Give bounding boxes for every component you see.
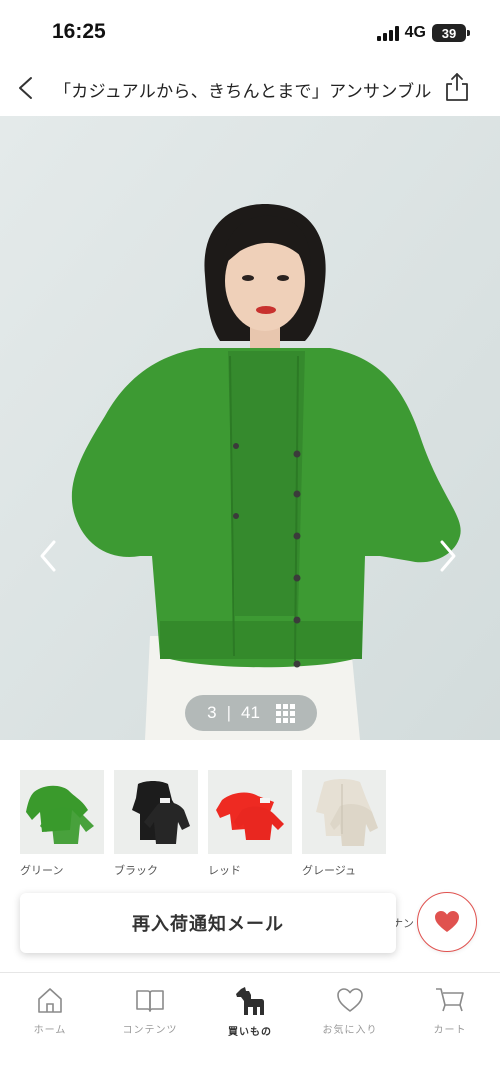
tab-label: カート: [433, 1025, 467, 1036]
cart-icon: [436, 988, 464, 1012]
chevron-left-icon: [40, 540, 56, 572]
tab-label: コンテンツ: [122, 1025, 178, 1036]
share-icon: [446, 73, 468, 101]
tab-label: 買いもの: [228, 1027, 272, 1038]
chevron-left-icon: [19, 77, 32, 99]
tab-home[interactable]: ホーム: [0, 985, 100, 1045]
color-name: ブラック: [114, 864, 158, 877]
back-button[interactable]: [12, 72, 42, 104]
color-option-red[interactable]: レッド: [208, 770, 292, 878]
swatch-thumbnail: [20, 770, 104, 854]
battery-icon: 39: [432, 24, 470, 42]
product-photo: [0, 116, 500, 740]
swatch-thumbnail: [114, 770, 198, 854]
restock-notification-button[interactable]: 再入荷通知メール: [20, 893, 396, 953]
status-time: 16:25: [52, 20, 106, 43]
color-options: グリーン ブラック レッド グレージュ: [0, 770, 500, 880]
image-counter[interactable]: 3 | 41: [185, 695, 317, 731]
bottom-tab-bar: ホーム コンテンツ 買いもの お気に入り カート: [0, 972, 500, 1080]
color-option-green[interactable]: グリーン: [20, 770, 104, 878]
share-button[interactable]: [442, 70, 472, 104]
page-title: 「カジュアルから、きちんとまで」アンサンブル: [54, 82, 432, 102]
color-option-black[interactable]: ブラック: [114, 770, 198, 878]
previous-image-button[interactable]: [36, 536, 62, 576]
image-counter-separator: |: [226, 703, 231, 722]
color-name: レッド: [208, 864, 241, 877]
network-type: 4G: [404, 24, 426, 41]
tab-contents[interactable]: コンテンツ: [100, 985, 200, 1045]
color-name: グレージュ: [302, 864, 357, 877]
swatch-thumbnail: [302, 770, 386, 854]
navigation-header: 「カジュアルから、きちんとまで」アンサンブル: [0, 62, 500, 116]
image-current: 3: [207, 703, 217, 722]
tab-shopping[interactable]: 買いもの: [200, 985, 300, 1045]
status-indicators: 4G 39: [376, 22, 470, 44]
signal-icon: [376, 25, 399, 41]
next-image-button[interactable]: [434, 536, 460, 576]
heart-icon: [435, 911, 459, 932]
product-image-carousel[interactable]: [0, 116, 500, 740]
swatch-thumbnail: [208, 770, 292, 854]
status-bar: 16:25 4G 39: [0, 0, 500, 62]
product-page: 16:25 4G 39 「カジュアルから、きちんとまで」アンサンブル 3 | 4…: [0, 0, 500, 1080]
tab-label: ホーム: [33, 1025, 67, 1036]
image-total: 41: [240, 703, 260, 722]
chevron-right-icon: [440, 540, 456, 572]
favorite-button[interactable]: [417, 892, 477, 952]
tab-label: お気に入り: [322, 1025, 378, 1036]
heart-outline-icon: [337, 988, 363, 1012]
grid-icon: [275, 703, 295, 723]
home-icon: [38, 988, 62, 1013]
color-name: グリーン: [20, 864, 64, 877]
battery-level: 39: [441, 25, 457, 41]
book-icon: [136, 990, 164, 1012]
horse-icon: [236, 987, 264, 1015]
tab-cart[interactable]: カート: [400, 985, 500, 1045]
tab-favorites[interactable]: お気に入り: [300, 985, 400, 1045]
color-option-greige[interactable]: グレージュ: [302, 770, 386, 878]
